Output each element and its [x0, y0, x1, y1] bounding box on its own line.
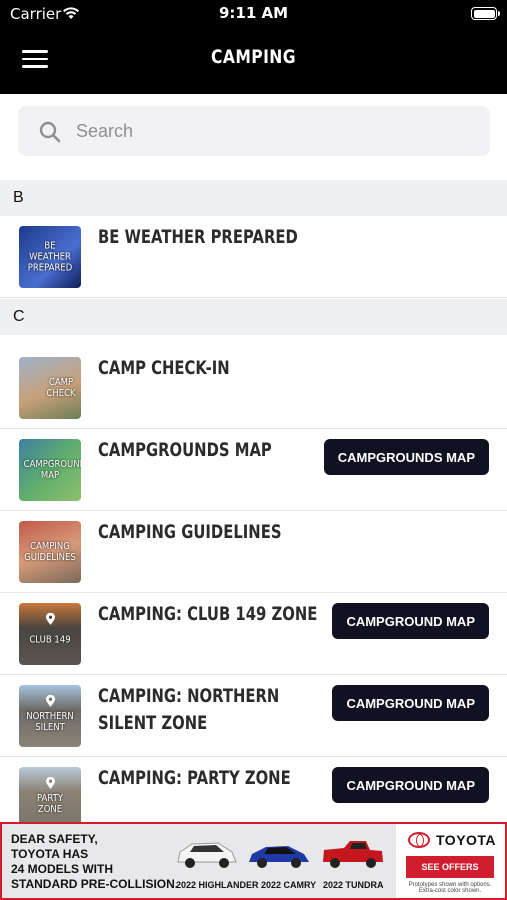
car-label: 2022 TUNDRA — [323, 880, 384, 890]
section-header-c: C — [0, 299, 507, 335]
toyota-logo-icon — [408, 832, 430, 848]
car-label: 2022 CAMRY — [261, 880, 317, 890]
thumb-label: CLUB 149 — [29, 634, 71, 646]
battery-icon — [471, 7, 500, 20]
item-title: BE WEATHER PREPARED — [98, 226, 298, 248]
campground-map-button[interactable]: CAMPGROUND MAP — [332, 685, 489, 721]
car-camry-image — [249, 846, 309, 868]
thumbnail: NORTHERN SILENT — [19, 685, 81, 747]
search-icon — [39, 121, 61, 143]
map-pin-icon — [46, 695, 55, 707]
ad-headline-line: DEAR SAFETY, — [11, 832, 98, 846]
list-item[interactable]: CLUB 149 CAMPING: CLUB 149 ZONE CAMPGROU… — [0, 593, 507, 675]
campgrounds-map-button[interactable]: CAMPGROUNDS MAP — [323, 439, 489, 475]
ad-headline: DEAR SAFETY, TOYOTA HAS 24 MODELS WITH S… — [11, 832, 178, 892]
page-title: CAMPING — [211, 46, 296, 68]
thumbnail: CAMPGROUNDSMAP — [19, 439, 81, 501]
list-item[interactable]: NORTHERN SILENT CAMPING: NORTHERN SILENT … — [0, 675, 507, 757]
item-title: CAMPING: PARTY ZONE — [98, 767, 291, 789]
search-bar[interactable] — [18, 106, 490, 156]
ad-headline-line: TOYOTA HAS — [11, 847, 89, 861]
see-offers-button[interactable]: SEE OFFERS — [406, 856, 494, 878]
thumb-label: CAMPGROUNDSMAP — [23, 459, 81, 481]
item-title: CAMPGROUNDS MAP — [98, 439, 272, 461]
thumbnail: CAMPING GUIDELINES — [19, 521, 81, 583]
nav-bar: CAMPING — [0, 28, 507, 94]
map-pin-icon — [46, 777, 55, 789]
ad-disclaimer: Prototypes shown with options. Extra-cos… — [408, 882, 492, 894]
section-letter: C — [13, 308, 25, 325]
ad-headline-line: 24 MODELS WITH — [11, 862, 114, 876]
car-label: 2022 HIGHLANDER — [176, 880, 259, 890]
list-item[interactable]: BE WEATHER PREPARED BE WEATHER PREPARED — [0, 216, 507, 298]
thumb-label: NORTHERN SILENT — [26, 711, 74, 734]
thumbnail: BE WEATHER PREPARED — [19, 226, 81, 288]
list-item[interactable]: CAMPGROUNDSMAP CAMPGROUNDS MAP CAMPGROUN… — [0, 429, 507, 511]
list-item[interactable]: CAMP CHECK CAMP CHECK-IN — [0, 347, 507, 429]
ad-banner[interactable]: DEAR SAFETY, TOYOTA HAS 24 MODELS WITH S… — [0, 822, 507, 900]
item-title: CAMPING: CLUB 149 ZONE — [98, 603, 318, 625]
map-pin-icon — [46, 613, 55, 625]
item-title: CAMPING: NORTHERN SILENT ZONE — [98, 685, 280, 734]
section-letter: B — [13, 189, 24, 206]
thumb-label: BE WEATHER PREPARED — [27, 240, 73, 274]
thumbnail: CLUB 149 — [19, 603, 81, 665]
item-title: CAMPING GUIDELINES — [98, 521, 282, 543]
search-input[interactable] — [76, 106, 476, 156]
thumbnail: PARTY ZONE — [19, 767, 81, 829]
thumbnail: CAMP CHECK — [19, 357, 81, 419]
campground-map-button[interactable]: CAMPGROUND MAP — [332, 767, 489, 803]
ad-brand-panel: TOYOTA SEE OFFERS Prototypes shown with … — [396, 824, 505, 898]
car-tundra-image — [323, 841, 383, 868]
list-item[interactable]: CAMPING GUIDELINES CAMPING GUIDELINES — [0, 511, 507, 593]
brand-name: TOYOTA — [436, 832, 497, 848]
thumb-label: CAMPING GUIDELINES — [24, 541, 76, 563]
thumb-label: PARTY ZONE — [36, 793, 64, 816]
hamburger-menu-icon[interactable] — [22, 50, 48, 70]
section-header-b: B — [0, 180, 507, 216]
clock: 9:11 AM — [218, 4, 289, 22]
campground-map-button[interactable]: CAMPGROUND MAP — [332, 603, 489, 639]
ad-headline-line: STANDARD PRE-COLLISION. — [11, 877, 179, 891]
status-bar: Carrier 9:11 AM — [0, 0, 507, 28]
car-highlander-image — [177, 842, 237, 868]
thumb-label: CAMP CHECK — [46, 377, 76, 399]
item-title: CAMP CHECK-IN — [98, 357, 230, 379]
